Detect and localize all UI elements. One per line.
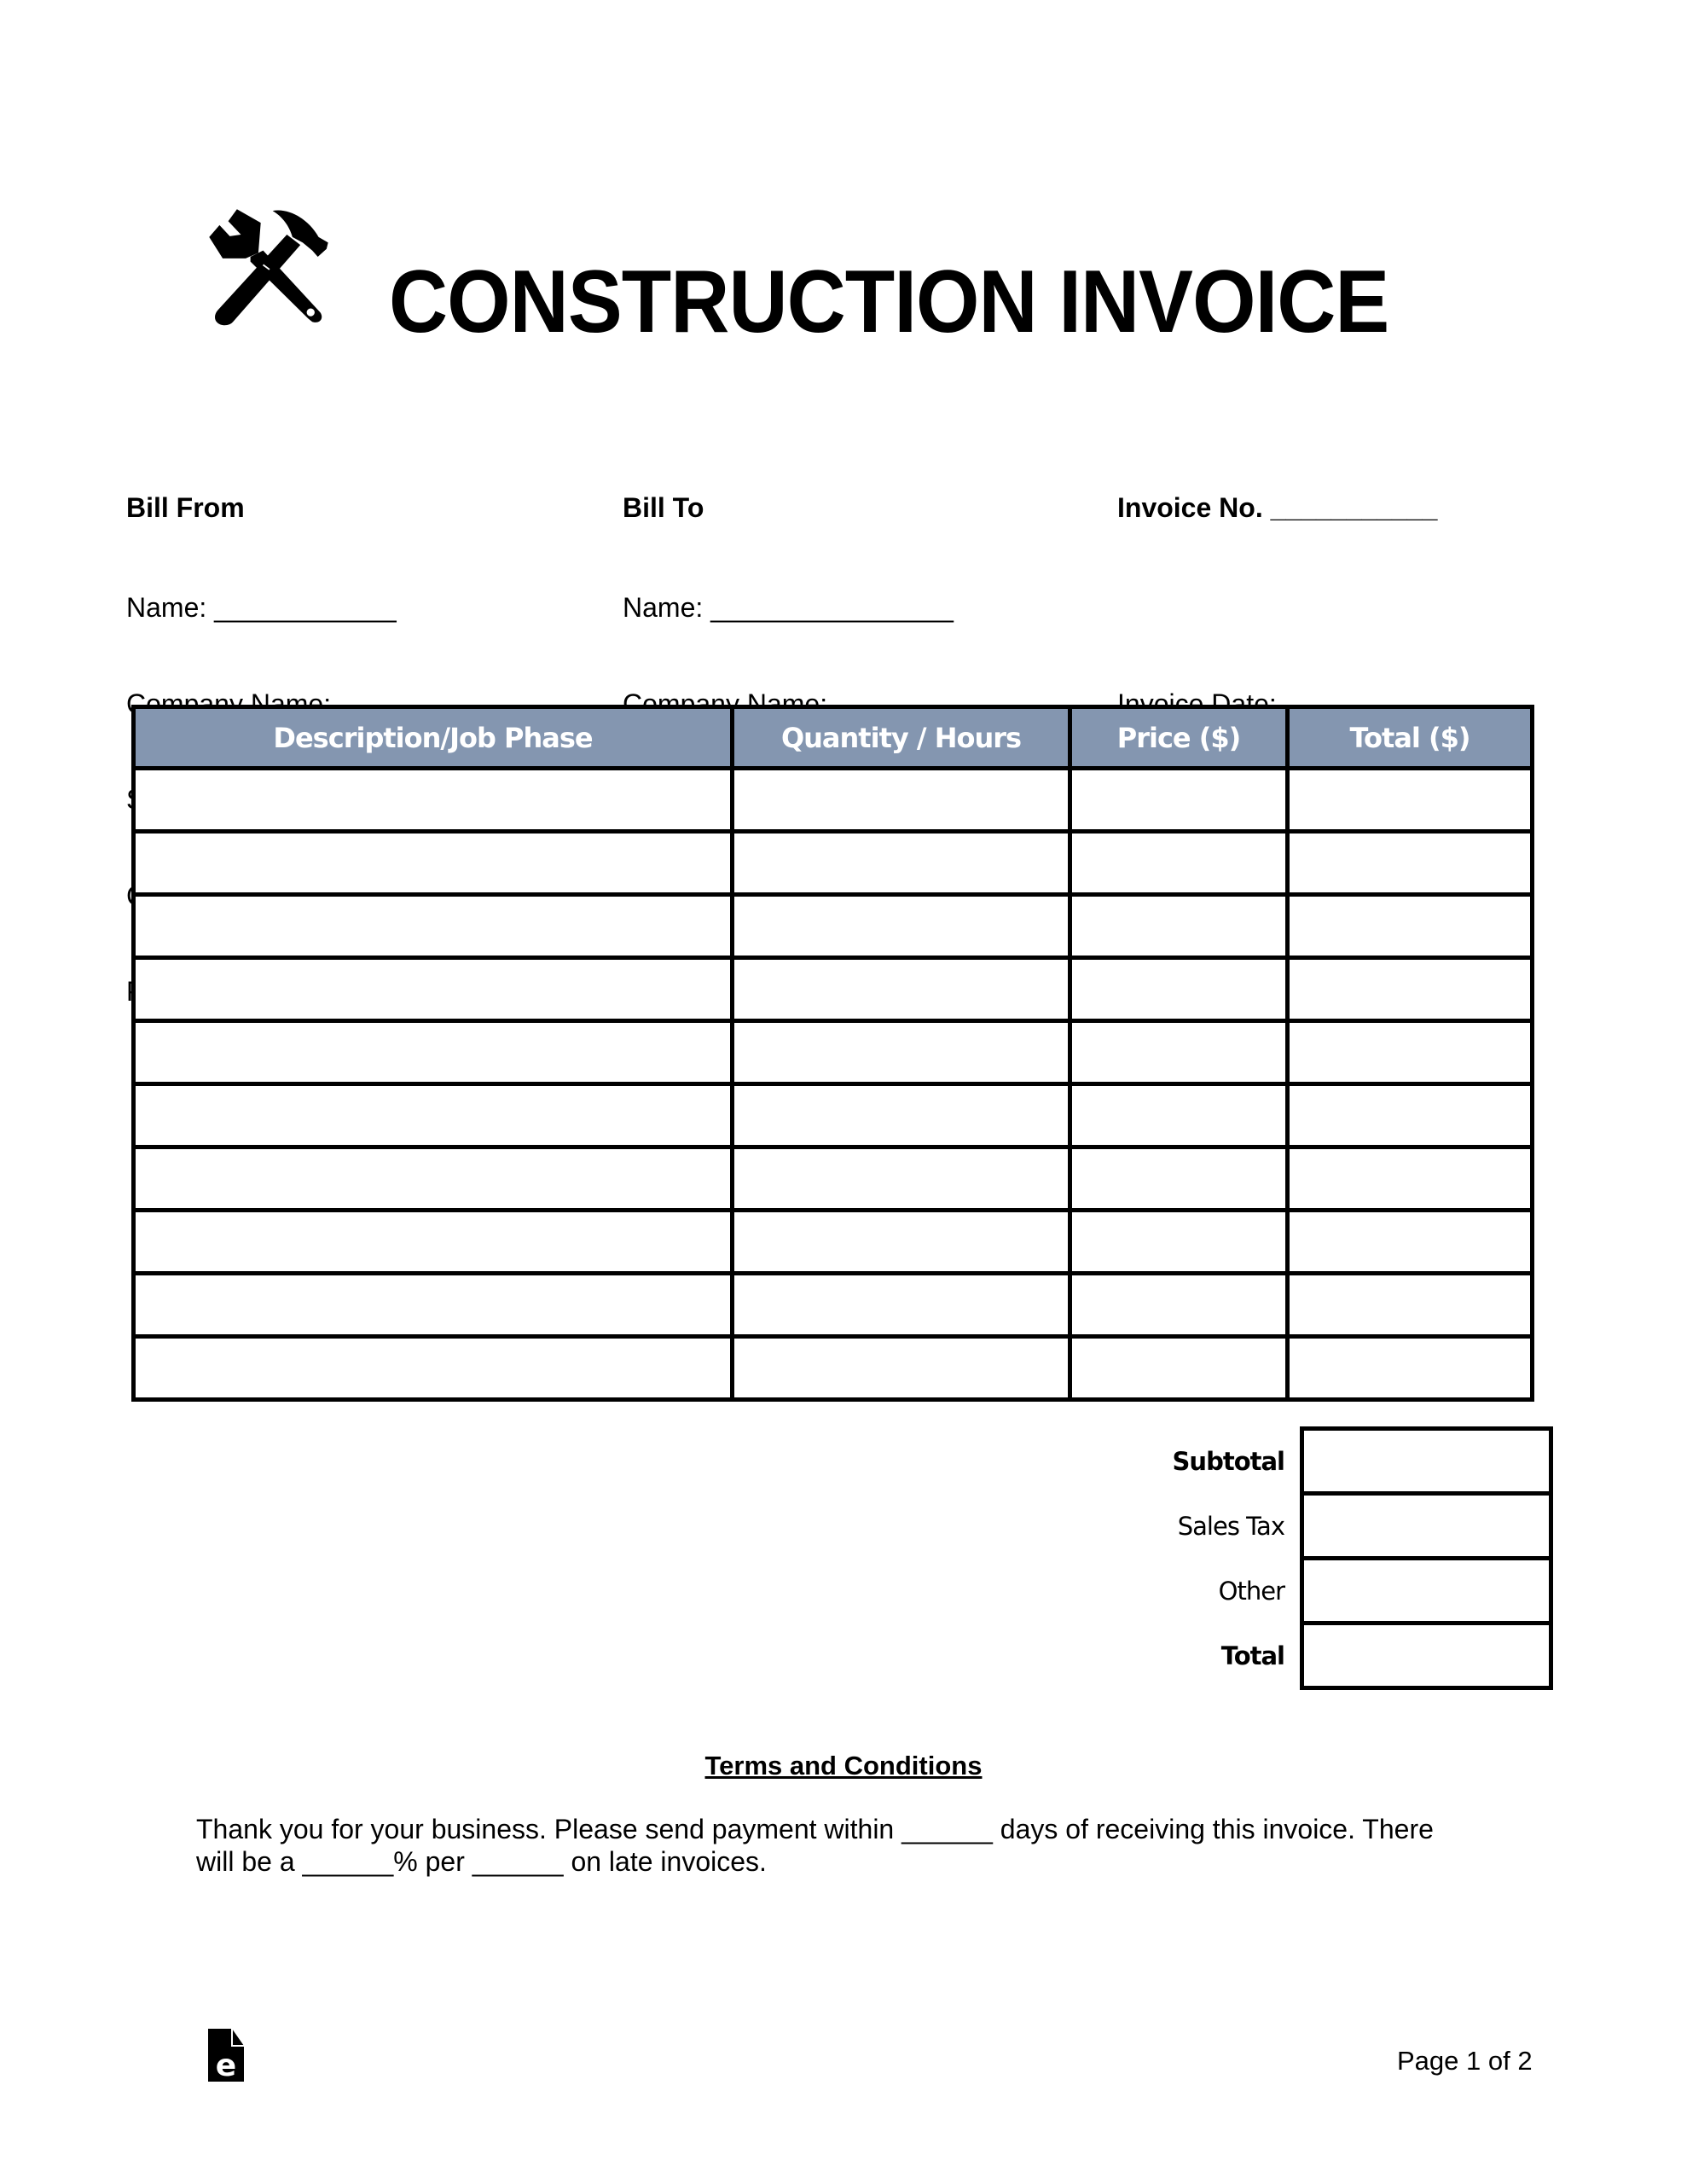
cell-quantity[interactable] xyxy=(730,829,1072,897)
column-header-quantity: Quantity / Hours xyxy=(730,705,1072,770)
field-blank[interactable]: ____________ xyxy=(214,592,397,623)
table-row xyxy=(131,1271,1534,1339)
total-label: Total xyxy=(1220,1641,1285,1670)
cell-description[interactable] xyxy=(131,1145,734,1212)
cell-total[interactable] xyxy=(1285,1145,1534,1212)
cell-description[interactable] xyxy=(131,829,734,897)
cell-quantity[interactable] xyxy=(730,956,1072,1023)
cell-price[interactable] xyxy=(1068,1334,1290,1402)
line-items-table: Description/Job Phase Quantity / Hours P… xyxy=(131,705,1534,1402)
terms-body: Thank you for your business. Please send… xyxy=(196,1814,1434,1877)
cell-total[interactable] xyxy=(1285,1019,1534,1086)
invoice-no-field[interactable]: Invoice No. ___________ xyxy=(1117,492,1437,528)
invoice-no-label: Invoice No. xyxy=(1117,492,1263,523)
cell-quantity[interactable] xyxy=(730,1334,1072,1402)
other-label: Other xyxy=(1218,1576,1285,1606)
eforms-logo-icon: e xyxy=(208,2029,244,2082)
sales-tax-value[interactable] xyxy=(1300,1491,1553,1560)
cell-price[interactable] xyxy=(1068,1082,1290,1149)
table-row xyxy=(131,1145,1534,1212)
cell-quantity[interactable] xyxy=(730,1145,1072,1212)
bill-to-name-field[interactable]: Name: ________________ xyxy=(623,592,1067,624)
cell-quantity[interactable] xyxy=(730,1082,1072,1149)
summary-row-total: Total xyxy=(1023,1621,1553,1690)
table-row xyxy=(131,1208,1534,1275)
cell-total[interactable] xyxy=(1285,1334,1534,1402)
table-row xyxy=(131,1082,1534,1149)
subtotal-label: Subtotal xyxy=(1172,1446,1285,1476)
cell-price[interactable] xyxy=(1068,829,1290,897)
subtotal-value[interactable] xyxy=(1300,1426,1553,1496)
column-header-price: Price ($) xyxy=(1068,705,1290,770)
cell-description[interactable] xyxy=(131,1271,734,1339)
cell-price[interactable] xyxy=(1068,1145,1290,1212)
summary-row-subtotal: Subtotal xyxy=(1023,1426,1553,1496)
cell-description[interactable] xyxy=(131,1208,734,1275)
cell-quantity[interactable] xyxy=(730,1019,1072,1086)
column-header-description: Description/Job Phase xyxy=(131,705,734,770)
svg-text:e: e xyxy=(216,2048,236,2082)
table-header-row: Description/Job Phase Quantity / Hours P… xyxy=(131,705,1534,770)
other-value[interactable] xyxy=(1300,1556,1553,1625)
field-blank[interactable]: ________________ xyxy=(710,592,954,623)
cell-description[interactable] xyxy=(131,1334,734,1402)
field-label: Name: xyxy=(623,592,704,623)
cell-price[interactable] xyxy=(1068,956,1290,1023)
summary-table: Subtotal Sales Tax Other Total xyxy=(1023,1426,1553,1690)
cell-total[interactable] xyxy=(1285,1208,1534,1275)
field-label: Name: xyxy=(126,592,207,623)
cell-description[interactable] xyxy=(131,766,734,834)
cell-total[interactable] xyxy=(1285,766,1534,834)
cell-price[interactable] xyxy=(1068,892,1290,960)
table-row xyxy=(131,829,1534,897)
column-header-total: Total ($) xyxy=(1285,705,1534,770)
hammer-wrench-icon xyxy=(209,209,328,326)
table-row xyxy=(131,892,1534,960)
summary-row-other: Other xyxy=(1023,1556,1553,1625)
page-title: CONSTRUCTION INVOICE xyxy=(389,253,1389,351)
cell-price[interactable] xyxy=(1068,1271,1290,1339)
cell-total[interactable] xyxy=(1285,956,1534,1023)
cell-price[interactable] xyxy=(1068,766,1290,834)
cell-price[interactable] xyxy=(1068,1208,1290,1275)
cell-quantity[interactable] xyxy=(730,1208,1072,1275)
sales-tax-label: Sales Tax xyxy=(1177,1511,1285,1541)
cell-quantity[interactable] xyxy=(730,1271,1072,1339)
invoice-no-blank[interactable]: ___________ xyxy=(1271,492,1438,523)
cell-total[interactable] xyxy=(1285,1271,1534,1339)
bill-from-heading: Bill From xyxy=(126,492,245,523)
page-number: Page 1 of 2 xyxy=(1397,2046,1533,2076)
cell-quantity[interactable] xyxy=(730,766,1072,834)
cell-description[interactable] xyxy=(131,956,734,1023)
total-value[interactable] xyxy=(1300,1621,1553,1690)
cell-price[interactable] xyxy=(1068,1019,1290,1086)
cell-quantity[interactable] xyxy=(730,892,1072,960)
cell-total[interactable] xyxy=(1285,829,1534,897)
cell-total[interactable] xyxy=(1285,892,1534,960)
table-row xyxy=(131,1019,1534,1086)
table-row xyxy=(131,1334,1534,1402)
bill-from-name-field[interactable]: Name: ____________ xyxy=(126,592,571,624)
cell-description[interactable] xyxy=(131,1019,734,1086)
cell-description[interactable] xyxy=(131,892,734,960)
summary-row-sales-tax: Sales Tax xyxy=(1023,1491,1553,1560)
bill-to-heading: Bill To xyxy=(623,492,704,523)
terms-heading: Terms and Conditions xyxy=(704,1751,983,1780)
cell-total[interactable] xyxy=(1285,1082,1534,1149)
table-row xyxy=(131,956,1534,1023)
table-row xyxy=(131,766,1534,834)
cell-description[interactable] xyxy=(131,1082,734,1149)
